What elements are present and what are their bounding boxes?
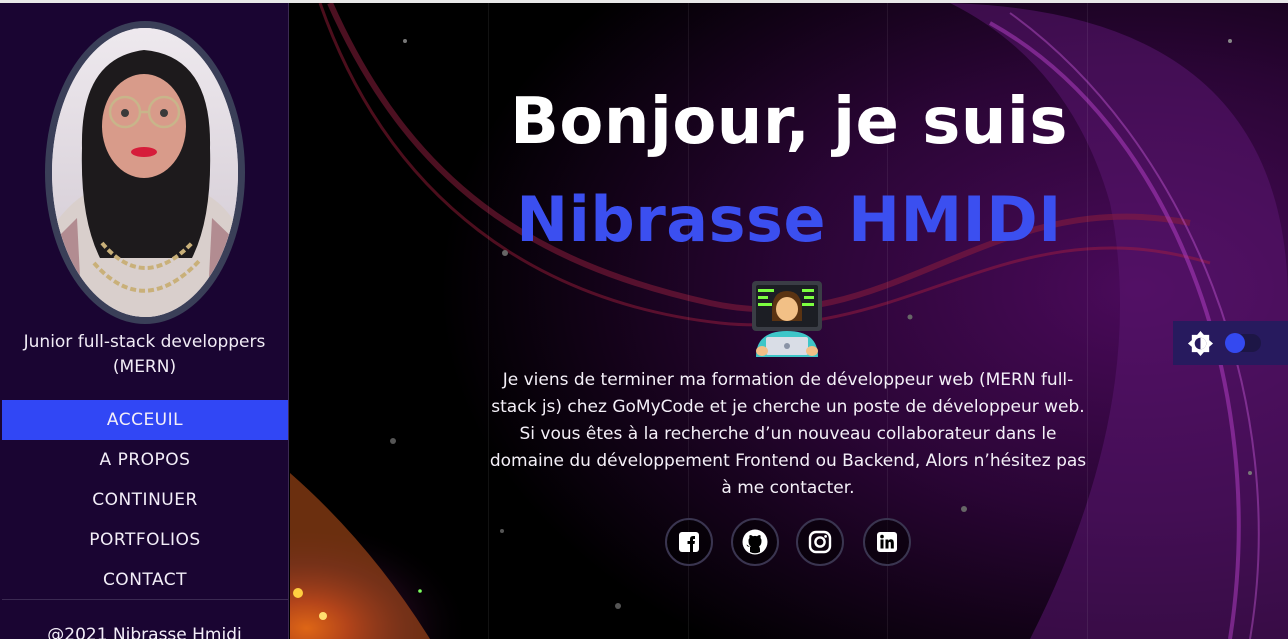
nav-item-acceuil[interactable]: ACCEUIL	[2, 400, 288, 440]
hero-content: Bonjour, je suis Nibrasse HMIDI Je viens…	[290, 3, 1288, 639]
role-title: Junior full-stack developpers (MERN)	[23, 332, 266, 377]
top-border	[0, 0, 1288, 3]
linkedin-link[interactable]	[863, 518, 911, 566]
nav-item-a-propos[interactable]: A PROPOS	[2, 440, 288, 480]
nav-divider	[2, 599, 288, 600]
nav-item-continuer[interactable]: CONTINUER	[2, 480, 288, 520]
sidebar: Junior full-stack developpers (MERN) ACC…	[0, 3, 289, 639]
instagram-icon	[808, 530, 832, 554]
switch-knob	[1225, 333, 1245, 353]
nav-item-portfolios[interactable]: PORTFOLIOS	[2, 520, 288, 560]
facebook-icon	[679, 532, 699, 552]
main-nav: ACCEUIL A PROPOS CONTINUER PORTFOLIOS CO…	[2, 400, 288, 600]
linkedin-icon	[877, 532, 897, 552]
brightness-icon	[1187, 330, 1214, 357]
github-icon	[742, 529, 768, 555]
avatar	[52, 28, 238, 317]
github-link[interactable]	[731, 518, 779, 566]
theme-toggle-panel	[1173, 321, 1288, 365]
social-links	[665, 518, 911, 566]
copyright: @2021 Nibrasse Hmidi	[47, 625, 242, 639]
hero-section: Bonjour, je suis Nibrasse HMIDI Je viens…	[290, 3, 1288, 639]
profile-photo-frame	[45, 21, 245, 324]
instagram-link[interactable]	[796, 518, 844, 566]
intro-text: Je viens de terminer ma formation de dév…	[489, 370, 1087, 498]
facebook-link[interactable]	[665, 518, 713, 566]
technologist-icon	[752, 281, 822, 357]
nav-item-contact[interactable]: CONTACT	[2, 560, 288, 600]
name-heading: Nibrasse HMIDI	[516, 183, 1062, 256]
greeting-heading: Bonjour, je suis	[510, 85, 1068, 159]
theme-switch[interactable]	[1225, 333, 1261, 353]
